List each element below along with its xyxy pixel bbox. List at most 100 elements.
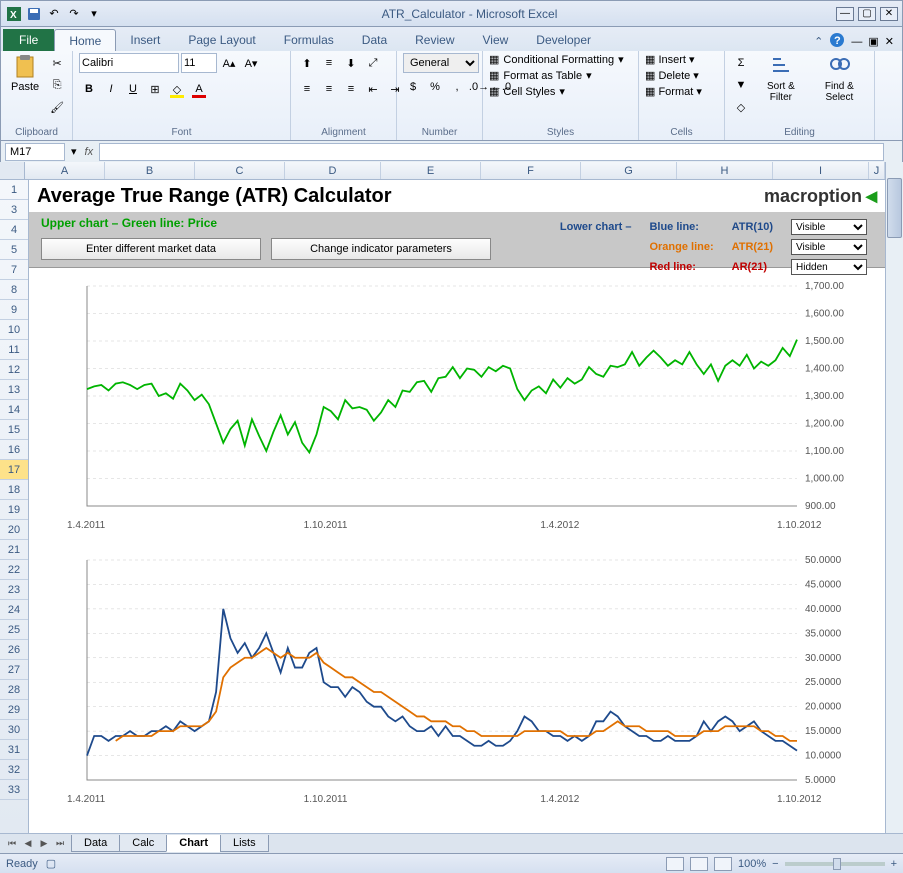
- sheet-tab-lists[interactable]: Lists: [220, 835, 269, 852]
- col-header[interactable]: G: [581, 162, 677, 179]
- percent-icon[interactable]: %: [425, 77, 445, 97]
- col-header[interactable]: J: [869, 162, 885, 179]
- clear-icon[interactable]: ◇: [731, 97, 751, 117]
- align-center-icon[interactable]: ≡: [319, 79, 339, 99]
- row-header[interactable]: 19: [0, 500, 28, 520]
- row-header[interactable]: 32: [0, 760, 28, 780]
- grow-font-icon[interactable]: A▴: [219, 53, 239, 73]
- row-header[interactable]: 16: [0, 440, 28, 460]
- col-header[interactable]: D: [285, 162, 381, 179]
- minimize-button[interactable]: —: [836, 7, 854, 21]
- tab-next-icon[interactable]: ▶: [36, 836, 52, 852]
- zoom-level[interactable]: 100%: [738, 858, 766, 870]
- row-header[interactable]: 27: [0, 660, 28, 680]
- tab-formulas[interactable]: Formulas: [270, 29, 348, 51]
- conditional-formatting-button[interactable]: ▦Conditional Formatting ▾: [489, 53, 624, 66]
- col-header[interactable]: I: [773, 162, 869, 179]
- fill-color-icon[interactable]: ◇: [167, 79, 187, 99]
- visibility-atr21[interactable]: Visible: [791, 239, 867, 255]
- row-header[interactable]: 17: [0, 460, 28, 480]
- workbook-close-icon[interactable]: ✕: [885, 35, 894, 48]
- border-icon[interactable]: ⊞: [145, 79, 165, 99]
- font-color-icon[interactable]: A: [189, 79, 209, 99]
- tab-page-layout[interactable]: Page Layout: [174, 29, 269, 51]
- zoom-out-icon[interactable]: −: [772, 858, 778, 870]
- tab-data[interactable]: Data: [348, 29, 401, 51]
- format-as-table-button[interactable]: ▦Format as Table ▾: [489, 69, 592, 82]
- redo-icon[interactable]: ↷: [65, 5, 83, 23]
- col-header[interactable]: E: [381, 162, 481, 179]
- cut-icon[interactable]: ✂: [47, 53, 67, 73]
- row-header[interactable]: 30: [0, 720, 28, 740]
- tab-prev-icon[interactable]: ◀: [20, 836, 36, 852]
- workbook-minimize-icon[interactable]: —: [851, 36, 862, 48]
- select-all-corner[interactable]: [0, 162, 25, 179]
- visibility-ar21[interactable]: Hidden: [791, 259, 867, 275]
- sheet-tab-calc[interactable]: Calc: [119, 835, 167, 852]
- col-header[interactable]: H: [677, 162, 773, 179]
- zoom-thumb[interactable]: [833, 858, 841, 870]
- qat-more-icon[interactable]: ▾: [85, 5, 103, 23]
- comma-icon[interactable]: ,: [447, 77, 467, 97]
- undo-icon[interactable]: ↶: [45, 5, 63, 23]
- find-select-button[interactable]: Find & Select: [811, 53, 868, 105]
- col-header[interactable]: F: [481, 162, 581, 179]
- change-params-button[interactable]: Change indicator parameters: [271, 238, 491, 260]
- align-bottom-icon[interactable]: ⬇: [341, 53, 361, 73]
- row-header[interactable]: 10: [0, 320, 28, 340]
- row-header[interactable]: 9: [0, 300, 28, 320]
- save-icon[interactable]: [25, 5, 43, 23]
- row-header[interactable]: 22: [0, 560, 28, 580]
- tab-first-icon[interactable]: ⏮: [4, 836, 20, 852]
- col-header[interactable]: A: [25, 162, 105, 179]
- tab-last-icon[interactable]: ⏭: [52, 836, 68, 852]
- row-header[interactable]: 14: [0, 400, 28, 420]
- row-header[interactable]: 26: [0, 640, 28, 660]
- font-size-select[interactable]: [181, 53, 217, 73]
- col-header[interactable]: C: [195, 162, 285, 179]
- tab-insert[interactable]: Insert: [116, 29, 174, 51]
- col-header[interactable]: B: [105, 162, 195, 179]
- tab-developer[interactable]: Developer: [522, 29, 605, 51]
- excel-icon[interactable]: X: [5, 5, 23, 23]
- row-header[interactable]: 1: [0, 180, 28, 200]
- bold-button[interactable]: B: [79, 79, 99, 99]
- align-middle-icon[interactable]: ≡: [319, 53, 339, 73]
- number-format-select[interactable]: General: [403, 53, 479, 73]
- paste-button[interactable]: Paste: [7, 53, 43, 95]
- row-header[interactable]: 5: [0, 240, 28, 260]
- row-header[interactable]: 20: [0, 520, 28, 540]
- orientation-icon[interactable]: ⤢: [363, 53, 383, 73]
- fx-icon[interactable]: fx: [79, 146, 100, 158]
- autosum-icon[interactable]: Σ: [731, 53, 751, 73]
- row-header[interactable]: 25: [0, 620, 28, 640]
- row-header[interactable]: 11: [0, 340, 28, 360]
- row-header[interactable]: 15: [0, 420, 28, 440]
- row-header[interactable]: 23: [0, 580, 28, 600]
- row-header[interactable]: 7: [0, 260, 28, 280]
- align-left-icon[interactable]: ≡: [297, 79, 317, 99]
- copy-icon[interactable]: ⎘: [47, 75, 67, 95]
- align-top-icon[interactable]: ⬆: [297, 53, 317, 73]
- insert-cells-button[interactable]: ▦ Insert ▾: [645, 53, 695, 66]
- minimize-ribbon-icon[interactable]: ⌃: [814, 35, 823, 48]
- row-header[interactable]: 29: [0, 700, 28, 720]
- cell-styles-button[interactable]: ▦Cell Styles ▾: [489, 85, 565, 98]
- row-header[interactable]: 18: [0, 480, 28, 500]
- formula-bar[interactable]: [99, 143, 884, 161]
- font-name-select[interactable]: [79, 53, 179, 73]
- indent-dec-icon[interactable]: ⇤: [363, 79, 383, 99]
- page-layout-view-icon[interactable]: [690, 857, 708, 871]
- currency-icon[interactable]: $: [403, 77, 423, 97]
- align-right-icon[interactable]: ≡: [341, 79, 361, 99]
- vertical-scrollbar[interactable]: [885, 162, 903, 833]
- fill-icon[interactable]: ▼: [731, 75, 751, 95]
- zoom-in-icon[interactable]: +: [891, 858, 897, 870]
- shrink-font-icon[interactable]: A▾: [241, 53, 261, 73]
- row-header[interactable]: 24: [0, 600, 28, 620]
- row-header[interactable]: 21: [0, 540, 28, 560]
- visibility-atr10[interactable]: Visible: [791, 219, 867, 235]
- maximize-button[interactable]: ▢: [858, 7, 876, 21]
- row-header[interactable]: 28: [0, 680, 28, 700]
- file-tab[interactable]: File: [3, 29, 54, 51]
